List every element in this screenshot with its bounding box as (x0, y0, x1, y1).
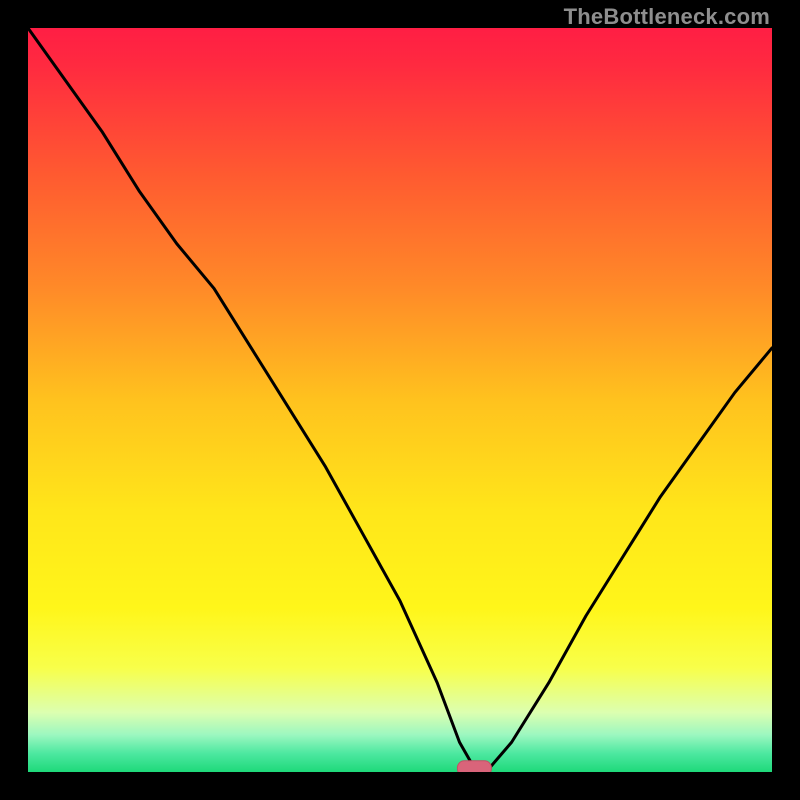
watermark-text: TheBottleneck.com (564, 4, 770, 30)
chart-svg (28, 28, 772, 772)
plot-area (28, 28, 772, 772)
chart-frame: TheBottleneck.com (0, 0, 800, 800)
gradient-background (28, 28, 772, 772)
optimum-marker (457, 761, 491, 772)
